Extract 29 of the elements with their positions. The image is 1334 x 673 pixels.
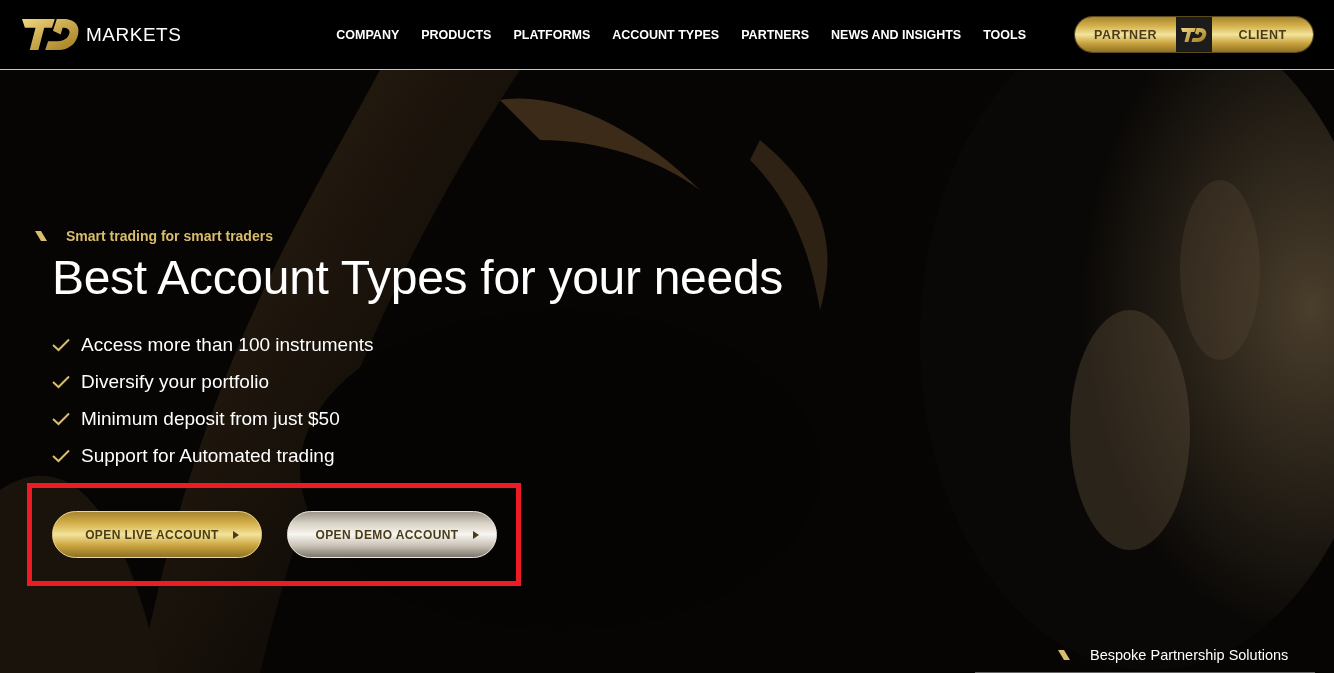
- live-account-button[interactable]: OPEN LIVE ACCOUNT: [52, 511, 262, 558]
- nav-link[interactable]: PARTNERS: [730, 27, 821, 42]
- brand-name: MARKETS: [86, 23, 182, 46]
- nav-link[interactable]: COMPANY: [325, 27, 411, 42]
- feature-text: Minimum deposit from just $50: [81, 407, 340, 430]
- slash-icon: [1058, 649, 1070, 660]
- tagline: Smart trading for smart traders: [66, 228, 273, 244]
- logo-icon: [22, 17, 80, 52]
- partnership-link[interactable]: Bespoke Partnership Solutions: [1090, 646, 1289, 663]
- feature-text: Diversify your portfolio: [81, 370, 269, 393]
- client-button[interactable]: CLIENT: [1212, 17, 1313, 52]
- nav-link[interactable]: TOOLS: [972, 27, 1037, 42]
- feature-text: Access more than 100 instruments: [81, 333, 374, 356]
- nav-link[interactable]: NEWS AND INSIGHTS: [820, 27, 973, 42]
- feature-text: Support for Automated trading: [81, 444, 335, 467]
- arrow-icon: [232, 530, 239, 539]
- nav-link[interactable]: ACCOUNT TYPES: [601, 27, 731, 42]
- partner-button[interactable]: PARTNER: [1075, 17, 1176, 52]
- demo-account-button[interactable]: OPEN DEMO ACCOUNT: [287, 511, 497, 558]
- arrow-icon: [472, 530, 479, 539]
- check-icon: [52, 337, 70, 352]
- slash-icon: [35, 231, 47, 241]
- hero-title: Best Account Types for your needs: [52, 250, 784, 306]
- nav-link[interactable]: PLATFORMS: [502, 27, 602, 42]
- check-icon: [52, 448, 70, 463]
- small-logo-icon: [1181, 26, 1207, 43]
- check-icon: [52, 411, 70, 426]
- check-icon: [52, 374, 70, 389]
- nav-link[interactable]: PRODUCTS: [410, 27, 503, 42]
